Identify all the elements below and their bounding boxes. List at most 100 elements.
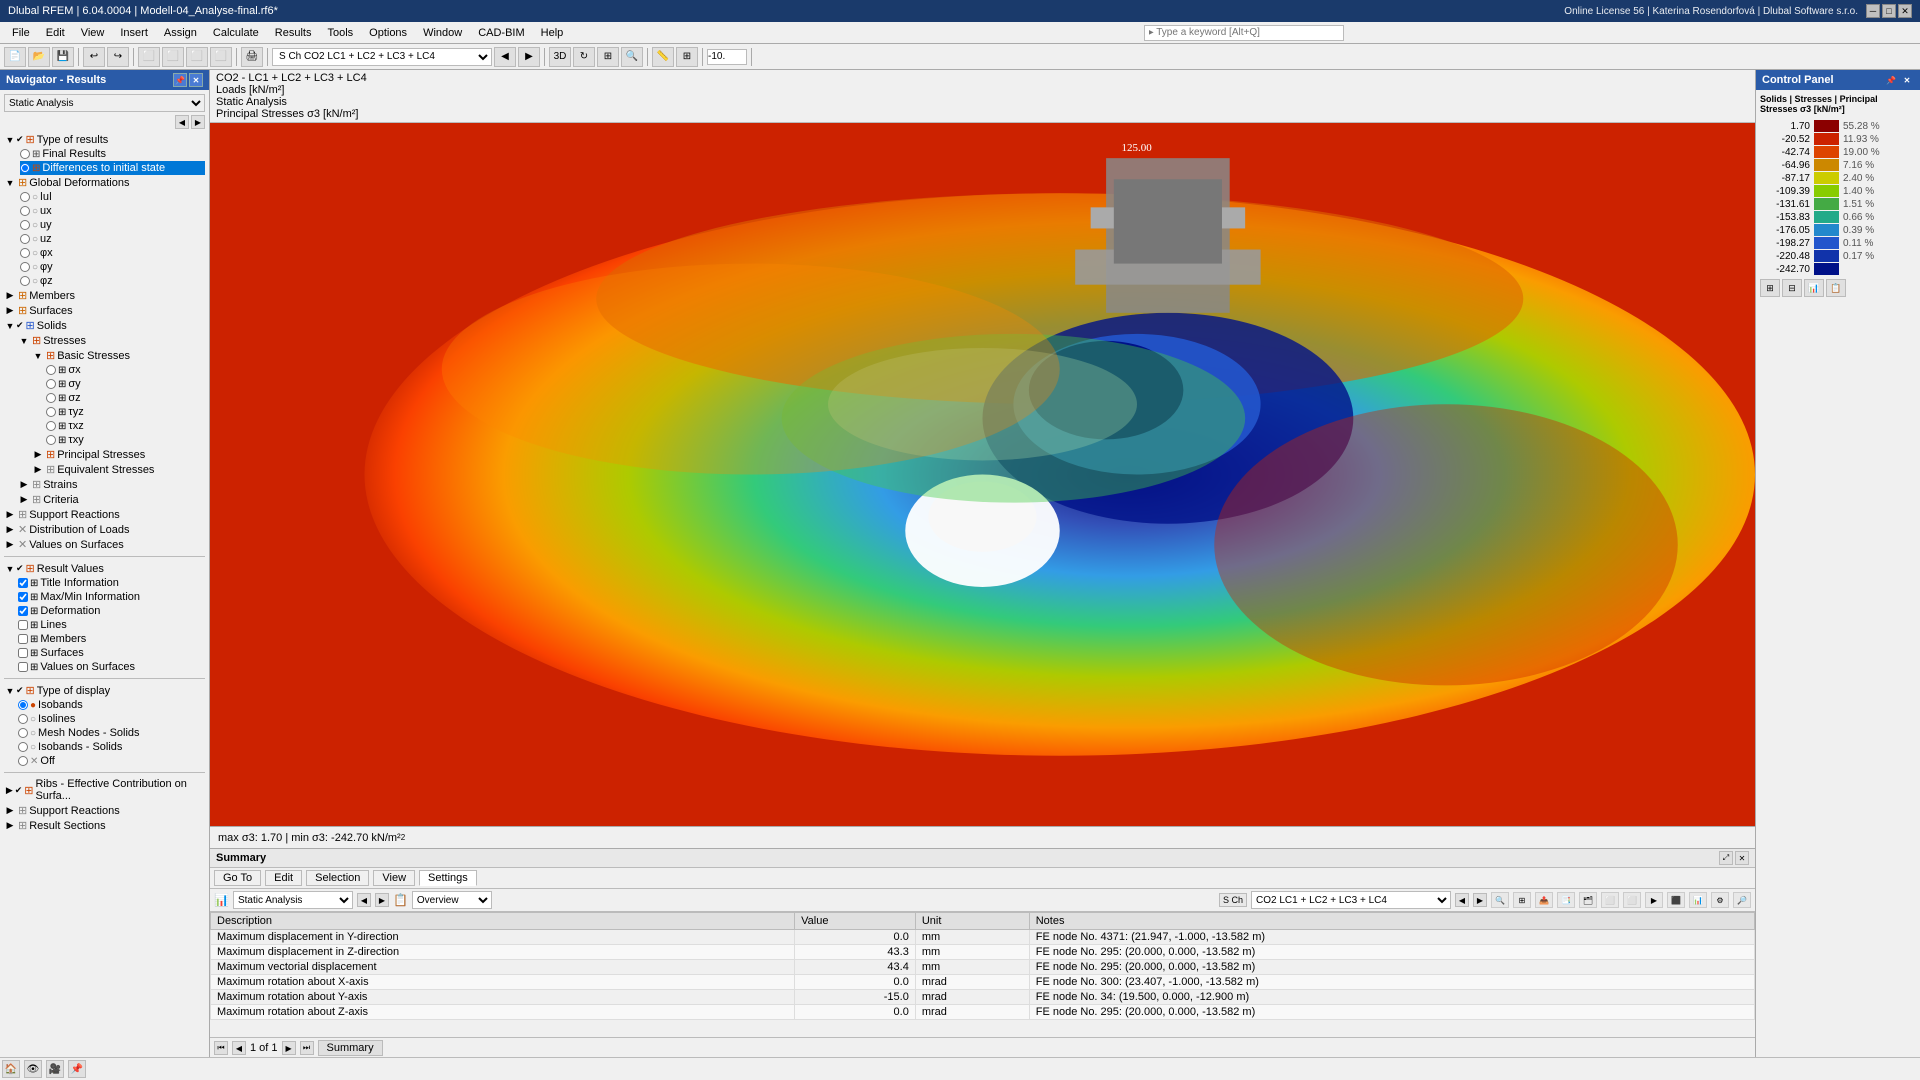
tb-grid[interactable]: ⊞ <box>676 47 698 67</box>
tree-deformation[interactable]: ⊞Deformation <box>18 604 205 618</box>
sum-tb1[interactable]: 🔍 <box>1491 892 1509 908</box>
tb-measure[interactable]: 📏 <box>652 47 674 67</box>
tree-distribution-loads[interactable]: ▶ ✕ Distribution of Loads <box>4 522 205 537</box>
tree-tau-xz[interactable]: ⊞τxz <box>46 419 205 433</box>
sum-lc-select[interactable]: CO2 LC1 + LC2 + LC3 + LC4 <box>1251 891 1451 909</box>
tree-surfaces[interactable]: ▶ ⊞ Surfaces <box>4 303 205 318</box>
tree-mesh-nodes-solids[interactable]: ○Mesh Nodes - Solids <box>18 726 205 740</box>
tb-rotate[interactable]: ↻ <box>573 47 595 67</box>
minimize-btn[interactable]: ─ <box>1866 4 1880 18</box>
menu-view[interactable]: View <box>73 25 113 41</box>
tree-values-surfaces-rv[interactable]: ⊞Values on Surfaces <box>18 660 205 674</box>
menu-cad-bim[interactable]: CAD-BIM <box>470 25 532 41</box>
summary-expand-btn[interactable]: ⤢ <box>1719 851 1733 865</box>
table-row[interactable]: Maximum rotation about X-axis 0.0 mrad F… <box>211 975 1755 990</box>
table-row[interactable]: Maximum displacement in Y-direction 0.0 … <box>211 930 1755 945</box>
tree-final-results[interactable]: ⊞ Final Results <box>20 147 205 161</box>
sum-tb2[interactable]: ⊞ <box>1513 892 1531 908</box>
keyword-search[interactable] <box>1144 25 1344 41</box>
tab-view[interactable]: View <box>373 870 415 886</box>
pager-prev[interactable]: ◀ <box>232 1041 246 1055</box>
close-btn[interactable]: ✕ <box>1898 4 1912 18</box>
tree-support-reactions[interactable]: ▶ ⊞ Support Reactions <box>4 507 205 522</box>
tree-uz[interactable]: ○uz <box>20 232 205 246</box>
tree-maxmin-info[interactable]: ⊞Max/Min Information <box>18 590 205 604</box>
sum-prev-btn[interactable]: ◀ <box>357 893 371 907</box>
tb-next-lc[interactable]: ▶ <box>518 47 540 67</box>
analysis-type-select[interactable]: Static Analysis <box>233 891 353 909</box>
pager-last[interactable]: ⏭ <box>300 1041 314 1055</box>
cp-tb-4[interactable]: 📋 <box>1826 279 1846 297</box>
tb-view2[interactable]: ⬜ <box>162 47 184 67</box>
sum-tb3[interactable]: 📤 <box>1535 892 1553 908</box>
sum-tb5[interactable]: 🗂 <box>1579 892 1597 908</box>
nav-prev-btn[interactable]: ◀ <box>175 115 189 129</box>
menu-options[interactable]: Options <box>361 25 415 41</box>
menu-file[interactable]: File <box>4 25 38 41</box>
cp-close-btn[interactable]: ✕ <box>1900 73 1914 87</box>
sum-tb7[interactable]: ⬜ <box>1623 892 1641 908</box>
sum-tb10[interactable]: 📊 <box>1689 892 1707 908</box>
sum-lc-prev[interactable]: ◀ <box>1455 893 1469 907</box>
tb-view3[interactable]: ⬜ <box>186 47 208 67</box>
tb-redo[interactable]: ↪ <box>107 47 129 67</box>
value-input[interactable] <box>707 49 747 65</box>
tree-surfaces-rv[interactable]: ⊞Surfaces <box>18 646 205 660</box>
main-viewport[interactable]: 125.00 <box>210 123 1755 826</box>
load-case-combo[interactable]: S Ch CO2 LC1 + LC2 + LC3 + LC4 <box>272 48 492 66</box>
tree-result-sections[interactable]: ▶ ⊞ Result Sections <box>4 818 205 833</box>
tree-ribs[interactable]: ▶ ✔ ⊞ Ribs - Effective Contribution on S… <box>4 777 205 803</box>
sum-tb12[interactable]: 🔎 <box>1733 892 1751 908</box>
cp-tb-1[interactable]: ⊞ <box>1760 279 1780 297</box>
tree-solids[interactable]: ▼ ✔ ⊞ Solids <box>4 318 205 333</box>
tree-uy[interactable]: ○uy <box>20 218 205 232</box>
table-row[interactable]: Maximum displacement in Z-direction 43.3… <box>211 945 1755 960</box>
sum-tb8[interactable]: ▶ <box>1645 892 1663 908</box>
overview-select[interactable]: Overview <box>412 891 492 909</box>
tree-principal-stresses[interactable]: ▶ ⊞ Principal Stresses <box>32 447 205 462</box>
tree-equiv-stresses[interactable]: ▶ ⊞ Equivalent Stresses <box>32 462 205 477</box>
tree-tau-xy[interactable]: ⊞τxy <box>46 433 205 447</box>
tree-values-surfaces[interactable]: ▶ ✕ Values on Surfaces <box>4 537 205 552</box>
tree-phiz[interactable]: ○φz <box>20 274 205 288</box>
tree-sigma-y[interactable]: ⊞σy <box>46 377 205 391</box>
tb-3d[interactable]: 3D <box>549 47 571 67</box>
pager-sum-tab[interactable]: Summary <box>318 1040 383 1056</box>
tb-zoom-all[interactable]: ⊞ <box>597 47 619 67</box>
tab-selection[interactable]: Selection <box>306 870 369 886</box>
nav-next-btn[interactable]: ▶ <box>191 115 205 129</box>
pager-next[interactable]: ▶ <box>282 1041 296 1055</box>
tree-criteria[interactable]: ▶ ⊞ Criteria <box>18 492 205 507</box>
menu-edit[interactable]: Edit <box>38 25 73 41</box>
tree-phix[interactable]: ○φx <box>20 246 205 260</box>
cp-pin-btn[interactable]: 📌 <box>1884 73 1898 87</box>
sum-tb9[interactable]: ⬛ <box>1667 892 1685 908</box>
tree-global-def[interactable]: ▼ ⊞ Global Deformations <box>4 175 205 190</box>
tb-view1[interactable]: ⬜ <box>138 47 160 67</box>
tree-off[interactable]: ✕Off <box>18 754 205 768</box>
tree-isobands[interactable]: ●Isobands <box>18 698 205 712</box>
sum-lc-next[interactable]: ▶ <box>1473 893 1487 907</box>
sum-tb6[interactable]: ⬜ <box>1601 892 1619 908</box>
tree-stresses[interactable]: ▼ ⊞ Stresses <box>18 333 205 348</box>
tree-members-rv[interactable]: ⊞Members <box>18 632 205 646</box>
tb-print[interactable]: 🖨 <box>241 47 263 67</box>
table-row[interactable]: Maximum rotation about Y-axis -15.0 mrad… <box>211 990 1755 1005</box>
cp-tb-2[interactable]: ⊟ <box>1782 279 1802 297</box>
tab-goto[interactable]: Go To <box>214 870 261 886</box>
tree-sigma-z[interactable]: ⊞σz <box>46 391 205 405</box>
menu-tools[interactable]: Tools <box>319 25 361 41</box>
tree-differences[interactable]: ⊞ Differences to initial state <box>20 161 205 175</box>
table-row[interactable]: Maximum rotation about Z-axis 0.0 mrad F… <box>211 1005 1755 1020</box>
analysis-select[interactable]: Static Analysis <box>4 94 205 112</box>
tb-zoom-in[interactable]: 🔍 <box>621 47 643 67</box>
menu-insert[interactable]: Insert <box>112 25 156 41</box>
menu-assign[interactable]: Assign <box>156 25 205 41</box>
tree-isobands-solids[interactable]: ○Isobands - Solids <box>18 740 205 754</box>
tree-tau-yz[interactable]: ⊞τyz <box>46 405 205 419</box>
tb-view4[interactable]: ⬜ <box>210 47 232 67</box>
sum-tb4[interactable]: 📑 <box>1557 892 1575 908</box>
table-row[interactable]: Maximum vectorial displacement 43.4 mm F… <box>211 960 1755 975</box>
tb-undo[interactable]: ↩ <box>83 47 105 67</box>
tree-title-info[interactable]: ⊞Title Information <box>18 576 205 590</box>
